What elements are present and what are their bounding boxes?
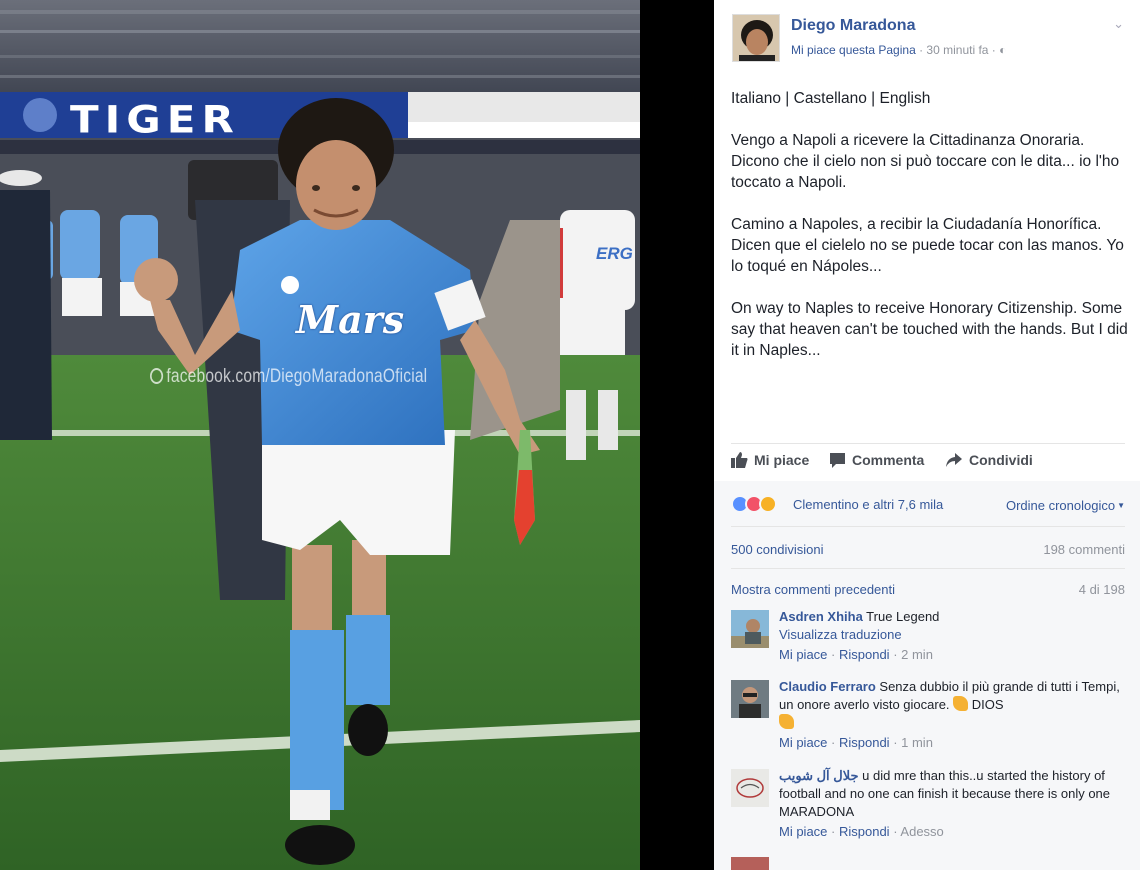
comment-reply-link[interactable]: Rispondi [839,735,890,750]
commenter-avatar-image [731,680,769,718]
reactions-summary[interactable]: Clementino e altri 7,6 mila [793,497,943,512]
watermark-text: facebook.com/DiegoMaradonaOficial [166,366,428,387]
comment-body: Claudio Ferraro Senza dubbio il più gran… [779,678,1125,752]
post-panel: Diego Maradona Mi piace questa Pagina · … [714,0,1140,870]
shirt-sponsor: Mars [296,297,405,342]
comment-body: Asdren Xhiha True Legend Visualizza trad… [779,608,1125,664]
comment-body: جلال آل شويب u did mre than this..u star… [779,767,1125,841]
author-name[interactable]: Diego Maradona [791,17,915,35]
comment-time[interactable]: Adesso [900,824,943,839]
flexed-biceps-emoji [779,714,794,729]
banner-text: TIGER [70,97,240,142]
comment-page-count: 4 di 198 [1078,582,1125,597]
comment-order-dropdown[interactable]: Ordine cronologico ▼ [1006,498,1125,513]
post-header: Diego Maradona Mi piace questa Pagina · … [732,14,1132,64]
comment-actions: Mi piace · Rispondi · Adesso [779,824,944,839]
like-button[interactable]: Mi piace [731,452,809,468]
comment-reply-link[interactable]: Rispondi [839,824,890,839]
meta-separator: · [915,43,927,57]
show-previous-comments[interactable]: Mostra commenti precedenti [731,582,895,597]
post-meta: Mi piace questa Pagina · 30 minuti fa · … [791,43,1006,57]
post-timestamp[interactable]: 30 minuti fa [926,43,988,57]
lightbox-separator [640,0,714,870]
comment-actions: Mi piace · Rispondi · 2 min [779,647,933,662]
thumbs-up-icon [731,452,748,468]
comment-icon [830,453,845,468]
like-label: Mi piace [754,452,810,468]
commenter-avatar-image [731,769,769,807]
comment-like-link[interactable]: Mi piace [779,824,827,839]
post-text: Italiano | Castellano | English Vengo a … [731,88,1131,382]
commenter-name[interactable]: Claudio Ferraro [779,679,876,694]
like-page-link[interactable]: Mi piace questa Pagina [791,43,916,57]
comments-count: 198 commenti [1043,542,1125,557]
comment-button[interactable]: Commenta [829,452,924,468]
reaction-icons[interactable] [731,495,777,513]
commenter-avatar[interactable] [731,857,769,870]
flexed-biceps-emoji [953,696,969,711]
opponent-sponsor: ERG [596,244,633,263]
divider [731,568,1125,569]
share-label: Condividi [969,452,1033,468]
comment-like-link[interactable]: Mi piace [779,735,827,750]
comment-item: Asdren Xhiha True Legend Visualizza trad… [731,608,1125,668]
post-languages: Italiano | Castellano | English [731,90,931,107]
author-avatar-image [733,15,779,61]
feedback-section: Clementino e altri 7,6 mila Ordine crono… [714,481,1140,870]
action-bar: Mi piace Commenta Condividi [731,452,1125,476]
divider [731,526,1125,527]
meta-separator: · [988,43,1000,57]
comment-reply-link[interactable]: Rispondi [839,647,890,662]
comment-item: جلال آل شويب u did mre than this..u star… [731,767,1125,847]
chevron-down-icon[interactable]: ⌄ [1113,16,1124,32]
commenter-avatar[interactable] [731,610,769,648]
post-english: On way to Naples to receive Honorary Cit… [731,300,1128,359]
comment-order-label: Ordine cronologico [1005,498,1116,513]
see-translation-link[interactable]: Visualizza traduzione [779,626,1125,644]
comment-like-link[interactable]: Mi piace [779,647,827,662]
commenter-avatar[interactable] [731,680,769,718]
share-button[interactable]: Condividi [945,452,1033,468]
comment-label: Commenta [852,452,925,468]
commenter-avatar[interactable] [731,769,769,807]
share-arrow-icon [946,453,962,467]
commenter-avatar-image [731,610,769,648]
reactions-row: Clementino e altri 7,6 mila Ordine crono… [731,495,1125,515]
globe-icon: ◐ [999,43,1007,57]
commenter-name[interactable]: Asdren Xhiha [779,609,863,624]
comment-time[interactable]: 2 min [901,647,933,662]
watermark-check-icon [150,368,164,384]
photo-watermark: facebook.com/DiegoMaradonaOficial [150,366,427,388]
post-spanish: Camino a Napoles, a recibir la Ciudadaní… [731,216,1124,275]
commenter-name[interactable]: جلال آل شويب [779,768,859,783]
comment-time[interactable]: 1 min [901,735,933,750]
author-avatar[interactable] [732,14,780,62]
comment-text: True Legend [862,609,940,624]
post-photo[interactable]: TIGER Mars ERG facebook.com/DiegoMaradon… [0,0,640,870]
shares-count[interactable]: 500 condivisioni [731,542,824,557]
comment-actions: Mi piace · Rispondi · 1 min [779,735,933,750]
post-italian: Vengo a Napoli a ricevere la Cittadinanz… [731,132,1120,191]
comment-item: Claudio Ferraro Senza dubbio il più gran… [731,678,1125,758]
comment-item-partial [731,855,1125,870]
comment-text-suffix: DIOS [968,697,1004,712]
haha-reaction-icon [759,495,777,513]
caret-down-icon: ▼ [1117,501,1125,510]
divider [731,443,1125,444]
